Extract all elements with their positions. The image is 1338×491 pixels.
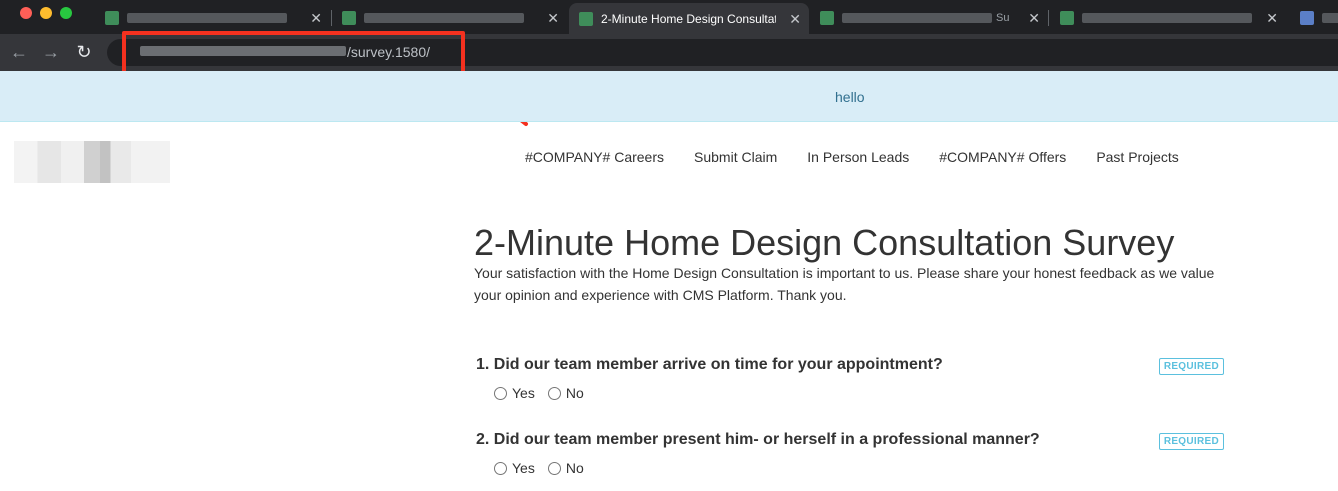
radio-button[interactable] <box>547 461 561 475</box>
close-icon[interactable]: ✕ <box>1266 11 1278 25</box>
tab-title-fragment: Su <box>996 12 1010 24</box>
close-icon[interactable]: ✕ <box>789 12 801 26</box>
blue-doc-icon <box>1300 11 1314 25</box>
green-square-icon <box>820 11 834 25</box>
option-no[interactable]: No <box>547 385 584 401</box>
tab-separator <box>1048 10 1049 26</box>
nav-item-careers[interactable]: #COMPANY# Careers <box>510 149 679 165</box>
browser-tab-4[interactable]: Su ✕ <box>810 4 1048 32</box>
browser-tab-6[interactable] <box>1290 4 1338 32</box>
forward-arrow-icon[interactable]: → <box>40 41 62 63</box>
answer-options: Yes No <box>494 460 1226 476</box>
question-text: 2. Did our team member present him- or h… <box>476 431 1040 448</box>
alert-banner <box>0 71 1338 122</box>
blurred-tab-title <box>364 13 524 23</box>
minimize-window-button[interactable] <box>40 7 52 19</box>
main-navigation: #COMPANY# Careers Submit Claim In Person… <box>510 149 1194 165</box>
radio-button[interactable] <box>494 461 507 475</box>
option-label: Yes <box>512 460 535 476</box>
required-badge: REQUIRED <box>1158 433 1224 450</box>
nav-item-submit-claim[interactable]: Submit Claim <box>679 149 792 165</box>
option-yes[interactable]: Yes <box>494 460 535 476</box>
survey-question: 1. Did our team member arrive on time fo… <box>476 356 1226 401</box>
browser-tab-2[interactable]: ✕ <box>332 4 567 32</box>
option-no[interactable]: No <box>547 460 584 476</box>
fullscreen-window-button[interactable] <box>60 7 72 19</box>
close-icon[interactable]: ✕ <box>547 11 559 25</box>
green-square-icon <box>105 11 119 25</box>
browser-tab-5[interactable]: ✕ <box>1050 4 1286 32</box>
page-title: 2-Minute Home Design Consultation Survey <box>474 222 1175 263</box>
option-label: Yes <box>512 385 535 401</box>
nav-item-offers[interactable]: #COMPANY# Offers <box>924 149 1081 165</box>
radio-button[interactable] <box>547 386 561 400</box>
survey-favicon-icon <box>579 11 593 26</box>
survey-question: 2. Did our team member present him- or h… <box>476 431 1226 476</box>
blurred-tab-title <box>1322 13 1338 23</box>
close-icon[interactable]: ✕ <box>1028 11 1040 25</box>
browser-tab-1[interactable]: ✕ <box>95 4 330 32</box>
close-icon[interactable]: ✕ <box>310 11 322 25</box>
answer-options: Yes No <box>494 385 1226 401</box>
nav-item-past-projects[interactable]: Past Projects <box>1081 149 1193 165</box>
banner-text: hello <box>835 89 865 105</box>
option-label: No <box>565 460 584 476</box>
company-logo[interactable] <box>14 141 170 183</box>
nav-item-in-person-leads[interactable]: In Person Leads <box>792 149 924 165</box>
question-text: 1. Did our team member arrive on time fo… <box>476 356 943 373</box>
reload-icon[interactable]: ↻ <box>73 41 95 63</box>
blurred-tab-title <box>127 13 287 23</box>
required-badge: REQUIRED <box>1158 358 1224 375</box>
close-window-button[interactable] <box>20 7 32 19</box>
green-square-icon <box>1060 11 1074 25</box>
option-label: No <box>565 385 584 401</box>
browser-tab-bar: ✕ ✕ 2-Minute Home Design Consultation Su… <box>0 0 1338 34</box>
active-tab-title: 2-Minute Home Design Consultation Survey <box>601 11 776 26</box>
browser-tab-active[interactable]: 2-Minute Home Design Consultation Survey… <box>569 3 809 34</box>
blurred-tab-title <box>842 13 992 23</box>
blurred-tab-title <box>1082 13 1252 23</box>
green-square-icon <box>342 11 356 25</box>
radio-button[interactable] <box>494 386 507 400</box>
survey-intro: Your satisfaction with the Home Design C… <box>474 265 1215 303</box>
option-yes[interactable]: Yes <box>494 385 535 401</box>
back-arrow-icon[interactable]: ← <box>8 41 30 63</box>
